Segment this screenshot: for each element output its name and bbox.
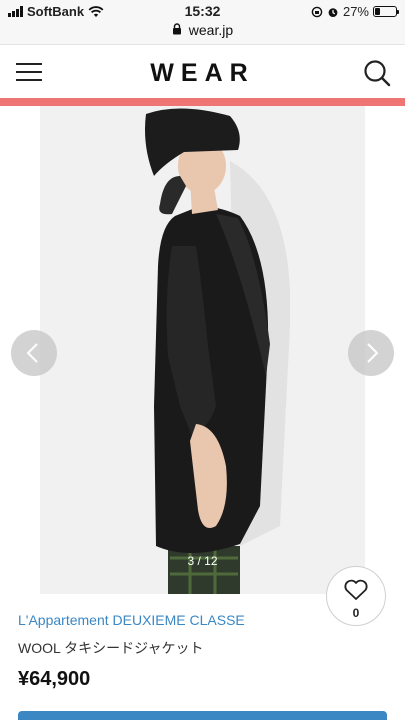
next-photo-button[interactable] <box>348 330 394 376</box>
search-button[interactable] <box>363 59 391 87</box>
like-count: 0 <box>352 606 360 620</box>
photo-counter: 3 / 12 <box>187 554 218 568</box>
url-text: wear.jp <box>188 22 234 38</box>
model-illustration <box>145 108 290 594</box>
product-name: WOOL タキシードジャケット <box>18 640 204 656</box>
lock-icon <box>172 23 181 35</box>
battery-percent: 27% <box>342 4 369 19</box>
site-header: WEAR <box>0 44 405 100</box>
battery-fill <box>375 8 381 15</box>
purchase-button[interactable] <box>18 711 387 720</box>
product-price: ¥64,900 <box>18 668 91 690</box>
site-logo[interactable]: WEAR <box>0 59 405 88</box>
chevron-right-icon <box>367 343 379 363</box>
search-icon <box>364 60 391 87</box>
header-accent-bar <box>0 98 405 106</box>
rotation-lock-icon <box>311 6 323 17</box>
photo-carousel[interactable]: 3 / 12 <box>0 106 405 594</box>
brand-link[interactable]: L'Appartement DEUXIEME CLASSE <box>18 612 245 628</box>
battery-icon <box>373 6 399 17</box>
status-icons: 27% <box>311 4 399 19</box>
alarm-icon <box>328 7 338 17</box>
status-bar: SoftBank 15:32 27% <box>0 0 405 22</box>
address-bar[interactable]: wear.jp <box>0 22 405 44</box>
previous-photo-button[interactable] <box>11 330 57 376</box>
like-button[interactable]: 0 <box>326 566 386 626</box>
heart-icon <box>344 579 368 600</box>
chevron-left-icon <box>26 343 38 363</box>
